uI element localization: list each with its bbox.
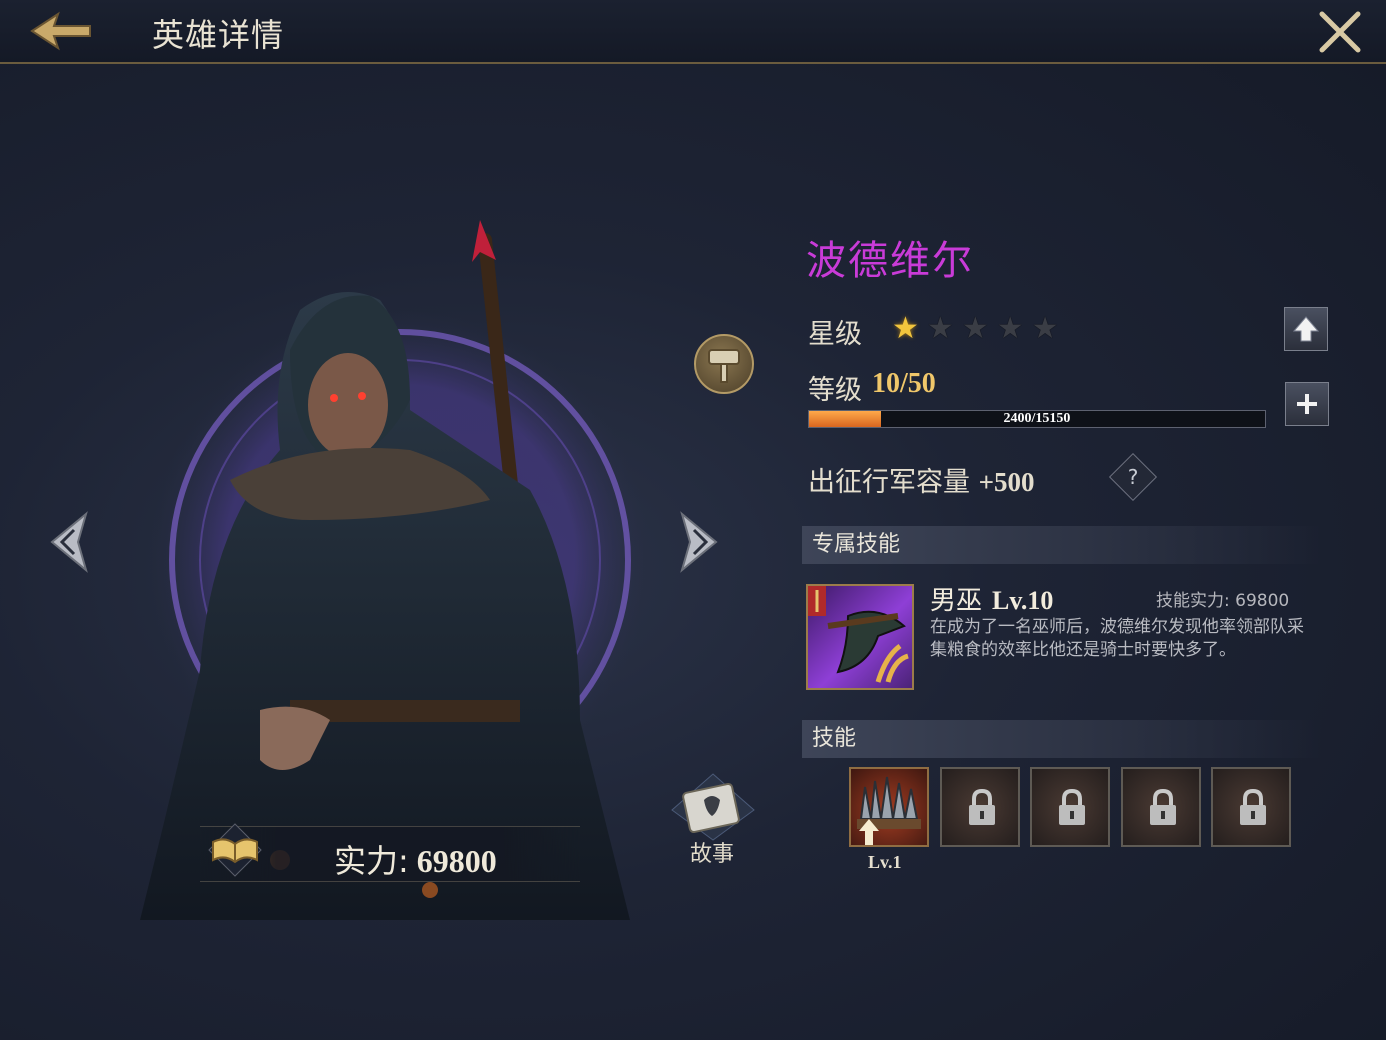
star-rating: ★ ★ ★ ★ ★ [892, 312, 1059, 346]
level-label: 等级 [808, 375, 862, 406]
hammer-icon[interactable] [694, 334, 754, 394]
power-value: 69800 [416, 843, 497, 879]
star-empty-icon: ★ [996, 311, 1024, 346]
close-icon[interactable] [1316, 8, 1364, 56]
page-title: 英雄详情 [152, 16, 285, 54]
star-filled-icon: ★ [892, 311, 919, 346]
hero-power: 实力: 69800 [334, 836, 497, 882]
back-arrow-icon[interactable] [28, 8, 94, 54]
skill-slot-1-level: Lv.1 [868, 852, 902, 872]
help-question-icon[interactable]: ? [1108, 452, 1158, 502]
exclusive-skill-description: 在成为了一名巫师后，波德维尔发现他率领部队采集粮食的效率比他还是骑士时要快多了。 [930, 617, 1304, 660]
star-label: 星级 [808, 319, 862, 350]
skill-slot-3-lock-icon[interactable] [1030, 767, 1110, 847]
skill-slot-5-lock-icon[interactable] [1211, 767, 1291, 847]
capacity-label: 出征行军容量 [808, 467, 970, 498]
help-symbol: ? [1127, 465, 1139, 489]
exclusive-skill-scythe-icon[interactable] [806, 584, 914, 690]
exclusive-skill-header: 专属技能 [802, 526, 1322, 564]
top-bar: 英雄详情 [0, 0, 1386, 64]
story-label[interactable]: 故事 [690, 836, 734, 868]
march-capacity: 出征行军容量 +500 [808, 460, 1034, 499]
skill-slot-1-spikes-icon[interactable] [849, 767, 929, 847]
exclusive-skill-name: 男巫 Lv.10 [930, 580, 1053, 617]
star-empty-icon: ★ [1031, 311, 1059, 346]
next-hero-arrow-icon[interactable] [676, 510, 722, 574]
skill-slot-4-lock-icon[interactable] [1121, 767, 1201, 847]
capacity-value: +500 [978, 467, 1035, 497]
skill-slot-2-lock-icon[interactable] [940, 767, 1020, 847]
exclusive-skill-level: Lv.10 [992, 586, 1054, 615]
star-empty-icon: ★ [926, 311, 954, 346]
power-label: 实力: [334, 842, 409, 880]
exp-progress-bar: 2400/15150 [808, 410, 1266, 428]
skills-header: 技能 [802, 720, 1322, 758]
prev-hero-arrow-icon[interactable] [46, 510, 92, 574]
level-value: 10/50 [872, 368, 936, 399]
exclusive-skill-title: 男巫 [930, 586, 983, 616]
level-add-plus-icon[interactable] [1285, 382, 1329, 426]
exclusive-skill-power: 技能实力: 69800 [1156, 591, 1290, 611]
star-empty-icon: ★ [961, 311, 989, 346]
exp-text: 2400/15150 [1003, 411, 1071, 426]
hero-name: 波德维尔 [806, 238, 974, 284]
open-book-icon [205, 818, 265, 878]
star-upgrade-arrow-icon[interactable] [1284, 307, 1328, 351]
